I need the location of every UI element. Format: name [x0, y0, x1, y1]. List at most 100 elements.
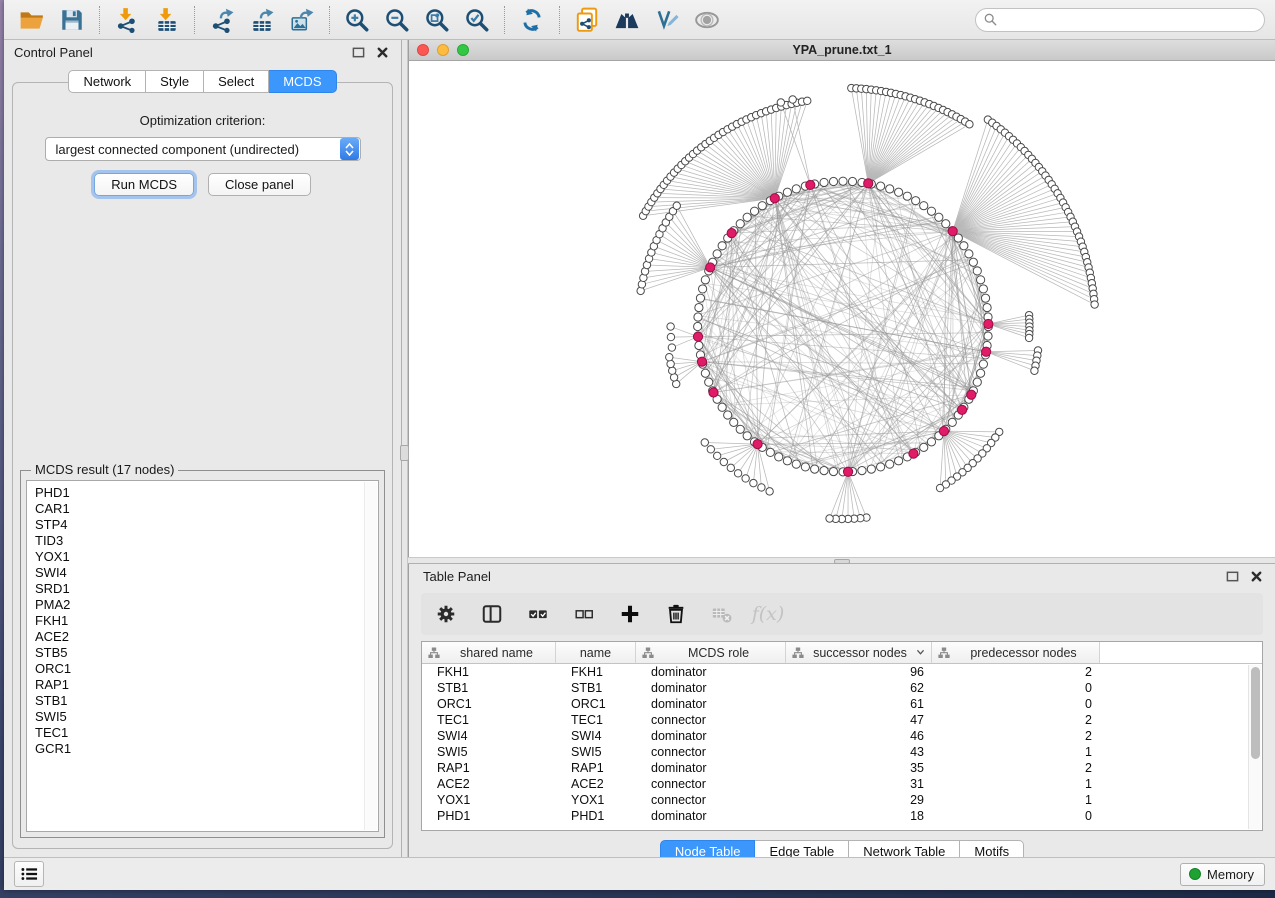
leaf-node[interactable]: [777, 99, 784, 106]
leaf-node[interactable]: [789, 96, 796, 103]
scrollbar-thumb[interactable]: [1251, 667, 1260, 759]
network-node[interactable]: [948, 418, 956, 426]
leaf-node[interactable]: [758, 484, 765, 491]
network-node[interactable]: [694, 322, 702, 330]
network-node[interactable]: [801, 463, 809, 471]
tab-network[interactable]: Network: [68, 70, 146, 93]
leaf-node[interactable]: [667, 360, 674, 367]
mcds-node[interactable]: [982, 347, 991, 356]
network-node[interactable]: [877, 463, 885, 471]
network-node[interactable]: [920, 202, 928, 210]
network-node[interactable]: [695, 341, 703, 349]
mcds-node[interactable]: [909, 449, 918, 458]
network-node[interactable]: [783, 457, 791, 465]
column-header-predecessor-nodes[interactable]: predecessor nodes: [932, 642, 1100, 663]
network-node[interactable]: [886, 460, 894, 468]
mcds-node[interactable]: [770, 194, 779, 203]
network-node[interactable]: [983, 303, 991, 311]
split-panel-button[interactable]: [479, 601, 505, 627]
mcds-node[interactable]: [693, 332, 702, 341]
column-header-successor-nodes[interactable]: successor nodes: [786, 642, 932, 663]
network-node[interactable]: [699, 285, 707, 293]
network-node[interactable]: [718, 403, 726, 411]
network-node[interactable]: [867, 465, 875, 473]
mcds-node[interactable]: [984, 319, 993, 328]
mcds-node[interactable]: [709, 388, 718, 397]
leaf-node[interactable]: [668, 344, 675, 351]
network-node[interactable]: [903, 192, 911, 200]
leaf-node[interactable]: [673, 202, 680, 209]
network-node[interactable]: [973, 267, 981, 275]
network-node[interactable]: [701, 369, 709, 377]
table-row[interactable]: YOX1YOX1connector291: [422, 792, 1262, 808]
task-history-button[interactable]: [14, 861, 44, 887]
network-node[interactable]: [718, 242, 726, 250]
leaf-node[interactable]: [727, 464, 734, 471]
float-panel-button[interactable]: [349, 45, 367, 61]
vertical-splitter[interactable]: [401, 40, 408, 857]
zoom-fit-button[interactable]: [419, 4, 455, 36]
network-node[interactable]: [886, 185, 894, 193]
column-header-name[interactable]: name: [556, 642, 636, 663]
network-node[interactable]: [701, 276, 709, 284]
network-node[interactable]: [783, 188, 791, 196]
leaf-node[interactable]: [742, 475, 749, 482]
leaf-node[interactable]: [720, 458, 727, 465]
network-node[interactable]: [895, 457, 903, 465]
zoom-in-button[interactable]: [339, 4, 375, 36]
network-node[interactable]: [960, 242, 968, 250]
mcds-node[interactable]: [753, 440, 762, 449]
mcds-node[interactable]: [843, 467, 852, 476]
mcds-result-item[interactable]: STP4: [35, 517, 378, 533]
network-node[interactable]: [775, 453, 783, 461]
table-row[interactable]: ORC1ORC1dominator610: [422, 696, 1262, 712]
network-node[interactable]: [877, 182, 885, 190]
mcds-node[interactable]: [948, 227, 957, 236]
leaf-node[interactable]: [713, 452, 720, 459]
mcds-node[interactable]: [864, 179, 873, 188]
list-scrollbar[interactable]: [364, 482, 377, 830]
mcds-result-list[interactable]: PHD1CAR1STP4TID3YOX1SWI4SRD1PMA2FKH1ACE2…: [26, 480, 379, 832]
network-node[interactable]: [977, 276, 985, 284]
table-row[interactable]: STB1STB1dominator620: [422, 680, 1262, 696]
column-header-shared-name[interactable]: shared name: [422, 642, 556, 663]
table-row[interactable]: RAP1RAP1dominator352: [422, 760, 1262, 776]
mcds-result-item[interactable]: ACE2: [35, 629, 378, 645]
mcds-result-item[interactable]: SWI4: [35, 565, 378, 581]
optimization-select[interactable]: largest connected component (undirected): [45, 137, 361, 161]
network-node[interactable]: [792, 185, 800, 193]
network-node[interactable]: [820, 178, 828, 186]
table-scrollbar[interactable]: [1248, 665, 1261, 829]
network-node[interactable]: [848, 177, 856, 185]
mcds-node[interactable]: [967, 390, 976, 399]
memory-button[interactable]: Memory: [1180, 863, 1265, 886]
network-node[interactable]: [743, 432, 751, 440]
apply-layout-button[interactable]: [514, 4, 550, 36]
network-canvas[interactable]: [409, 61, 1275, 557]
network-node[interactable]: [895, 188, 903, 196]
mcds-result-item[interactable]: TEC1: [35, 725, 378, 741]
mcds-result-item[interactable]: YOX1: [35, 549, 378, 565]
zoom-selected-button[interactable]: [459, 4, 495, 36]
leaf-node[interactable]: [750, 479, 757, 486]
mcds-result-item[interactable]: GCR1: [35, 741, 378, 757]
network-node[interactable]: [829, 177, 837, 185]
network-window-titlebar[interactable]: YPA_prune.txt_1: [409, 40, 1275, 61]
mcds-result-item[interactable]: STB5: [35, 645, 378, 661]
splitter-grip[interactable]: [834, 559, 850, 564]
clone-network-button[interactable]: [569, 4, 605, 36]
table-row[interactable]: ACE2ACE2connector311: [422, 776, 1262, 792]
network-node[interactable]: [942, 220, 950, 228]
leaf-node[interactable]: [766, 488, 773, 495]
network-node[interactable]: [920, 443, 928, 451]
network-node[interactable]: [792, 460, 800, 468]
delete-column-button[interactable]: [663, 601, 689, 627]
splitter-grip[interactable]: [400, 445, 409, 461]
open-session-button[interactable]: [14, 4, 50, 36]
column-header-MCDS-role[interactable]: MCDS role: [636, 642, 786, 663]
network-node[interactable]: [973, 378, 981, 386]
mcds-node[interactable]: [727, 229, 736, 238]
tab-mcds[interactable]: MCDS: [269, 70, 336, 93]
mcds-result-item[interactable]: ORC1: [35, 661, 378, 677]
network-node[interactable]: [758, 202, 766, 210]
